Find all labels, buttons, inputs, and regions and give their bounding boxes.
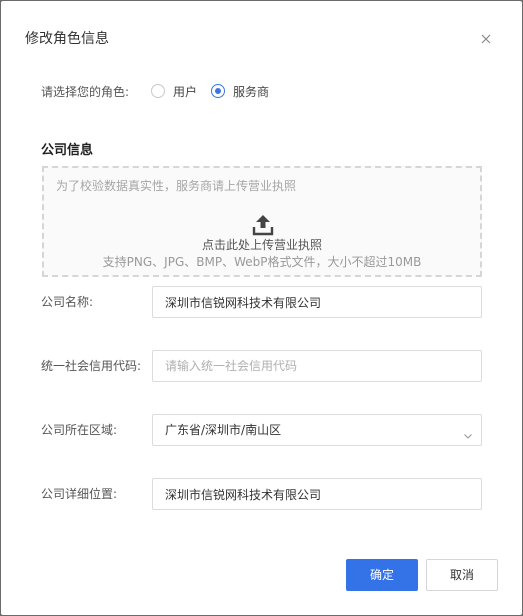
radio-provider[interactable] — [211, 84, 226, 98]
address-label: 公司详细位置: — [41, 487, 118, 501]
role-option-provider[interactable]: 服务商 — [211, 83, 269, 100]
license-upload-area[interactable]: 为了校验数据真实性，服务商请上传营业执照 点击此处上传营业执照 支持PNG、JP… — [42, 166, 482, 277]
role-option-user[interactable]: 用户 — [151, 83, 197, 100]
chevron-down-icon — [463, 426, 473, 439]
company-name-label: 公司名称: — [41, 295, 94, 309]
role-option-user-label: 用户 — [173, 84, 198, 99]
region-select[interactable]: 广东省/深圳市/南山区 — [152, 414, 482, 446]
region-label: 公司所在区域: — [41, 423, 118, 437]
cancel-button[interactable]: 取消 — [426, 559, 498, 591]
role-selector: 请选择您的角色: 用户 服务商 — [41, 81, 283, 101]
upload-hint: 支持PNG、JPG、BMP、WebP格式文件，大小不超过10MB — [102, 255, 422, 269]
role-option-provider-label: 服务商 — [233, 84, 270, 99]
close-icon[interactable] — [476, 29, 496, 49]
company-name-input[interactable] — [152, 286, 482, 318]
role-label: 请选择您的角色: — [41, 84, 130, 99]
confirm-button[interactable]: 确定 — [346, 559, 418, 591]
edit-role-dialog: 修改角色信息 请选择您的角色: 用户 服务商 公司信息 为了校验数据真实性，服务… — [1, 1, 522, 615]
credit-code-input[interactable] — [152, 350, 482, 382]
upload-text: 点击此处上传营业执照 — [201, 238, 322, 252]
radio-user[interactable] — [151, 84, 165, 98]
upload-tip: 为了校验数据真实性，服务商请上传营业执照 — [56, 179, 297, 193]
upload-icon[interactable] — [251, 213, 275, 237]
dialog-title: 修改角色信息 — [25, 31, 109, 47]
address-input[interactable] — [152, 478, 482, 510]
company-info-title: 公司信息 — [41, 143, 94, 158]
region-value: 广东省/深圳市/南山区 — [165, 423, 282, 437]
credit-code-label: 统一社会信用代码: — [41, 359, 142, 373]
